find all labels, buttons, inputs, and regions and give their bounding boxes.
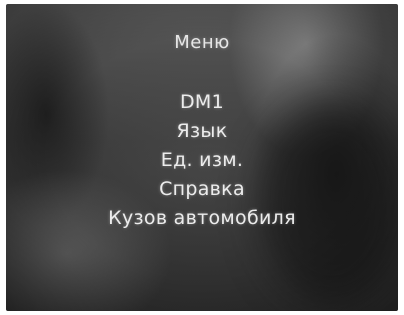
- device-frame: Меню DM1 Язык Ед. изм. Справка Кузов авт…: [0, 0, 404, 315]
- menu-item-vehicle-body[interactable]: Кузов автомобиля: [6, 204, 398, 233]
- menu-item-help[interactable]: Справка: [6, 175, 398, 204]
- menu-list: DM1 Язык Ед. изм. Справка Кузов автомоби…: [6, 88, 398, 233]
- menu-title: Меню: [174, 32, 230, 53]
- menu-item-units[interactable]: Ед. изм.: [6, 146, 398, 175]
- menu-item-language[interactable]: Язык: [6, 117, 398, 146]
- menu-panel: Меню DM1 Язык Ед. изм. Справка Кузов авт…: [6, 4, 398, 311]
- menu-item-dm1[interactable]: DM1: [6, 88, 398, 117]
- display-screen: Меню DM1 Язык Ед. изм. Справка Кузов авт…: [6, 4, 398, 311]
